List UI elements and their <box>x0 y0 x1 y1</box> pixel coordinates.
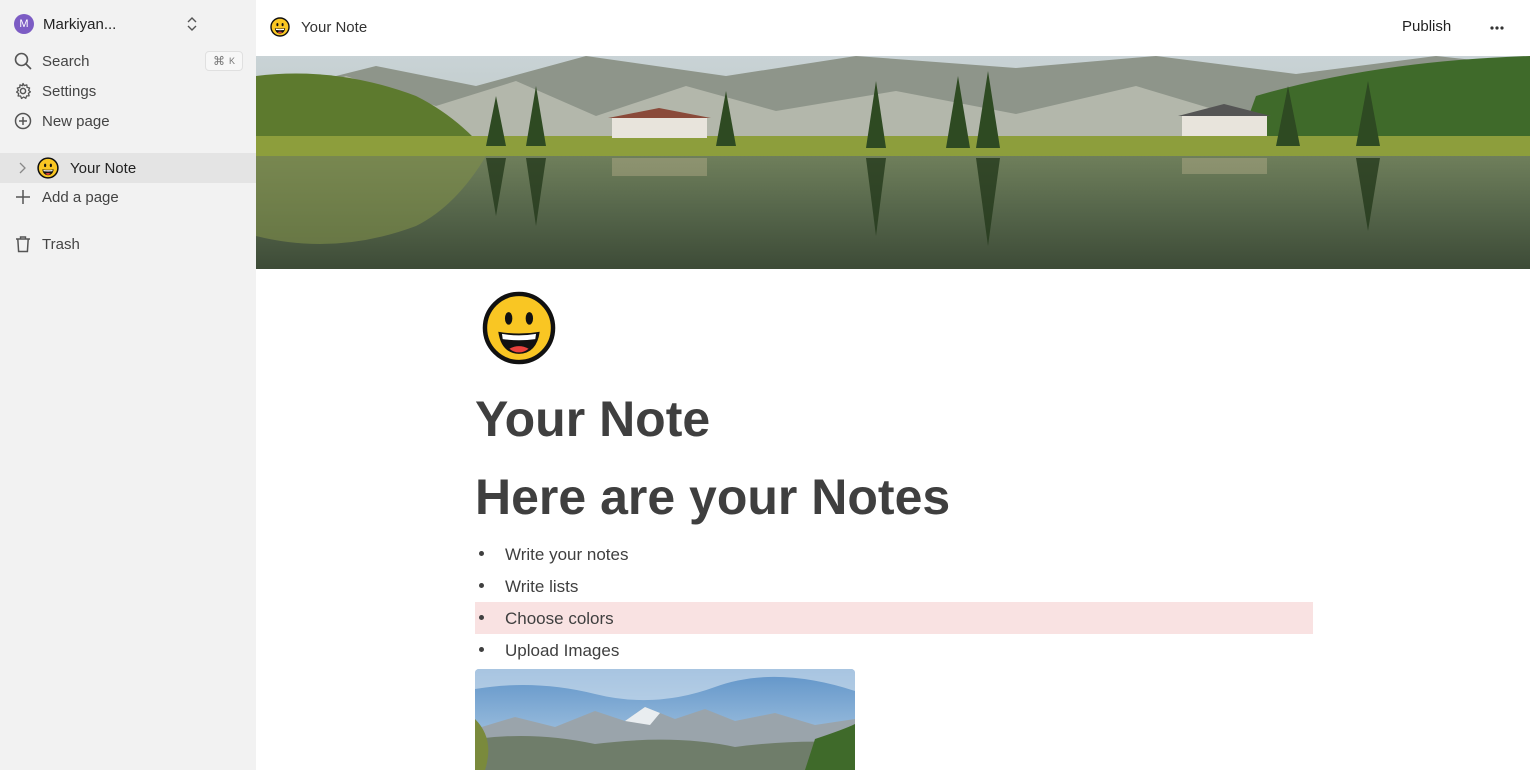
command-key-icon: ⌘ <box>212 54 225 68</box>
bullet-list: Write your notes Write lists Choose colo… <box>475 538 1313 666</box>
list-item-text: Write lists <box>505 577 579 596</box>
image-block[interactable] <box>475 669 855 770</box>
sidebar-item-label: Trash <box>42 236 80 253</box>
landscape-cover-graphic <box>256 56 1530 269</box>
grinning-face-icon <box>37 157 59 179</box>
cover-image[interactable] <box>256 56 1530 269</box>
list-item-text: Upload Images <box>505 641 620 660</box>
avatar: M <box>14 14 34 34</box>
trash-icon <box>16 236 30 253</box>
search-icon <box>14 52 32 70</box>
sidebar-page-your-note[interactable]: Your Note <box>0 153 256 183</box>
more-options-icon[interactable] <box>1484 16 1510 40</box>
plus-circle-icon <box>14 112 32 130</box>
sidebar-item-new-page[interactable]: New page <box>0 106 256 136</box>
sidebar-item-label: New page <box>42 113 110 130</box>
workspace-switcher[interactable]: M Markiyan... <box>14 13 244 35</box>
sidebar: M Markiyan... Search ⌘ K Settings New pa… <box>0 0 256 770</box>
bullet-dot <box>479 647 484 652</box>
page-emoji-icon[interactable] <box>482 291 556 365</box>
list-item-text: Write your notes <box>505 545 629 564</box>
sidebar-item-label: Search <box>42 53 90 70</box>
sidebar-item-add-page[interactable]: Add a page <box>0 182 256 212</box>
bullet-dot <box>479 551 484 556</box>
workspace-name: Markiyan... <box>43 15 117 33</box>
list-item[interactable]: Upload Images <box>475 634 1313 666</box>
gear-icon <box>15 82 32 100</box>
search-shortcut-badge: ⌘ K <box>205 51 243 71</box>
sidebar-item-label: Settings <box>42 83 97 100</box>
grinning-face-icon <box>270 17 290 37</box>
chevron-right-icon[interactable] <box>16 161 28 175</box>
bullet-dot <box>479 615 484 620</box>
mountain-photo-graphic <box>475 669 855 770</box>
publish-button[interactable]: Publish <box>1392 15 1461 41</box>
shortcut-key: K <box>228 56 235 66</box>
breadcrumb-page-title[interactable]: Your Note <box>301 19 367 36</box>
sidebar-item-trash[interactable]: Trash <box>0 229 256 259</box>
list-item-highlighted[interactable]: Choose colors <box>475 602 1313 634</box>
chevron-up-down-icon <box>187 17 197 31</box>
sidebar-item-label: Add a page <box>42 189 119 206</box>
plus-icon <box>16 190 30 204</box>
sidebar-page-label: Your Note <box>70 160 137 177</box>
list-item-text: Choose colors <box>505 609 614 628</box>
heading-1[interactable]: Here are your Notes <box>475 468 950 526</box>
sidebar-item-settings[interactable]: Settings <box>0 76 256 106</box>
page-title[interactable]: Your Note <box>475 390 710 448</box>
bullet-dot <box>479 583 484 588</box>
top-bar: Your Note Publish <box>256 0 1530 56</box>
list-item[interactable]: Write your notes <box>475 538 1313 570</box>
list-item[interactable]: Write lists <box>475 570 1313 602</box>
